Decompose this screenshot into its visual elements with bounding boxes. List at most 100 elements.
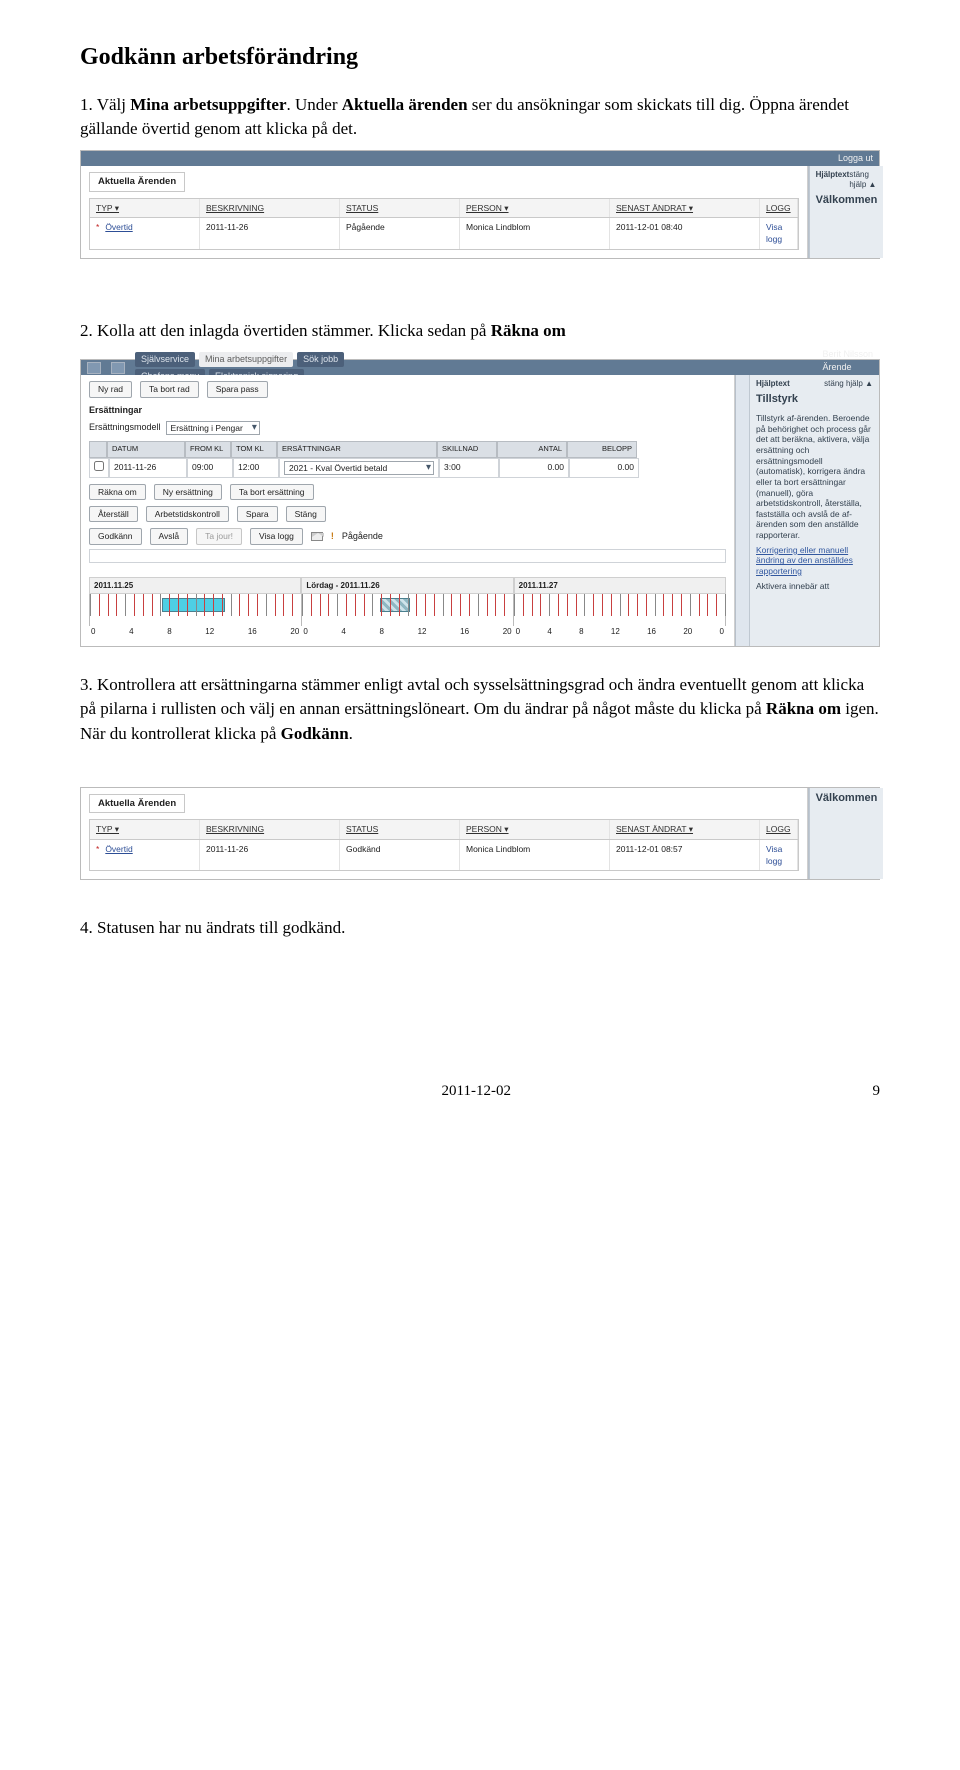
side-helptext2: Aktivera innebär att — [756, 581, 873, 592]
col-belopp: BELOPP — [567, 441, 637, 458]
cell-andrat: 2011-12-01 08:57 — [610, 840, 760, 871]
table-row[interactable]: * Övertid 2011-11-26 Pågående Monica Lind… — [90, 218, 798, 249]
col-senast-andrat[interactable]: SENAST ÄNDRAT ▾ — [610, 820, 760, 838]
cell-typ[interactable]: Övertid — [105, 844, 132, 854]
screenshot-aktuella-arenden-2: Aktuella Ärenden TYP ▾ BESKRIVNING STATU… — [80, 787, 880, 881]
col-skillnad: SKILLNAD — [437, 441, 497, 458]
tab-mina-arbetsuppgifter[interactable]: Mina arbetsuppgifter — [199, 352, 293, 367]
godkann-button[interactable]: Godkänn — [89, 528, 142, 544]
cell-from[interactable]: 09:00 — [187, 458, 233, 478]
cell-besk: 2011-11-26 — [200, 218, 340, 249]
col-logg[interactable]: LOGG — [760, 199, 798, 217]
stang-hjalp-link[interactable]: stäng hjälp ▲ — [824, 379, 873, 389]
ta-jour-button: Ta jour! — [196, 528, 242, 544]
status-text: Pågående — [342, 530, 383, 543]
arende-link[interactable]: Ärende — [822, 361, 873, 374]
col-senast-andrat[interactable]: SENAST ÄNDRAT ▾ — [610, 199, 760, 217]
side-title: Välkommen — [816, 792, 878, 806]
tl-day1-label: 2011.11.25 — [89, 577, 301, 595]
side-title: Tillstyrk — [756, 393, 873, 407]
col-typ[interactable]: TYP ▾ — [90, 199, 200, 217]
footer-page: 9 — [873, 1081, 881, 1103]
col-person[interactable]: PERSON ▾ — [460, 199, 610, 217]
stang-hjalp-link[interactable]: stäng hjälp ▲ — [849, 170, 877, 190]
col-status[interactable]: STATUS — [340, 199, 460, 217]
envelope-icon[interactable] — [311, 532, 323, 541]
col-status[interactable]: STATUS — [340, 820, 460, 838]
col-beskrivning[interactable]: BESKRIVNING — [200, 820, 340, 838]
ny-ersattning-button[interactable]: Ny ersättning — [154, 484, 222, 500]
hjalptext-label: Hjälptext — [756, 379, 790, 389]
aktuella-arenden-table[interactable]: TYP ▾ BESKRIVNING STATUS PERSON ▾ SENAST… — [89, 819, 799, 871]
aktuella-arenden-table[interactable]: TYP ▾ BESKRIVNING STATUS PERSON ▾ SENAST… — [89, 198, 799, 250]
ny-rad-button[interactable]: Ny rad — [89, 381, 132, 397]
ta-bort-rad-button[interactable]: Ta bort rad — [140, 381, 199, 397]
cell-antal: 0.00 — [499, 458, 569, 478]
visa-logg-link[interactable]: Visa logg — [760, 840, 798, 871]
cell-belopp: 0.00 — [569, 458, 639, 478]
avsla-button[interactable]: Avslå — [150, 528, 189, 544]
tl-day2 — [301, 594, 513, 626]
ersattning-row[interactable]: 2011-11-26 09:00 12:00 2021 - Kval Övert… — [89, 458, 726, 478]
home-icon[interactable] — [87, 362, 101, 374]
cell-person: Monica Lindblom — [460, 840, 610, 871]
page-footer: 2011-12-02 9 — [80, 1081, 880, 1103]
visa-logg-link[interactable]: Visa logg — [760, 218, 798, 249]
scrollbar[interactable] — [735, 375, 749, 645]
help-icon[interactable] — [111, 362, 125, 374]
tl-day3-label: 2011.11.27 — [514, 577, 726, 595]
visa-logg-button[interactable]: Visa logg — [250, 528, 303, 544]
cell-skillnad: 3:00 — [439, 458, 499, 478]
new-star-icon: * — [96, 844, 99, 854]
cell-tom[interactable]: 12:00 — [233, 458, 279, 478]
tl-day3 — [513, 594, 726, 626]
new-star-icon: * — [96, 222, 99, 232]
timeline: 2011.11.25 Lördag - 2011.11.26 2011.11.2… — [89, 577, 726, 638]
col-person[interactable]: PERSON ▾ — [460, 820, 610, 838]
col-antal: ANTAL — [497, 441, 567, 458]
table-row[interactable]: * Övertid 2011-11-26 Godkänd Monica Lindb… — [90, 840, 798, 871]
side-helplink[interactable]: Korrigering eller manuell ändring av den… — [756, 545, 873, 577]
cell-person: Monica Lindblom — [460, 218, 610, 249]
logga-ut-link[interactable]: Logga ut — [838, 152, 873, 165]
hjalptext-label: Hjälptext — [816, 170, 850, 190]
col-beskrivning[interactable]: BESKRIVNING — [200, 199, 340, 217]
screenshot-aktuella-arenden-1: Logga ut Aktuella Ärenden TYP ▾ BESKRIVN… — [80, 150, 880, 259]
side-title: Välkommen — [816, 194, 878, 208]
page-heading: Godkänn arbetsförändring — [80, 40, 880, 75]
ersattningsmodell-select[interactable]: Ersättning i Pengar — [166, 421, 260, 435]
ersattningar-heading: Ersättningar — [89, 404, 726, 417]
row-checkbox[interactable] — [94, 461, 104, 471]
panel-title: Aktuella Ärenden — [89, 172, 185, 192]
rakna-om-button[interactable]: Räkna om — [89, 484, 146, 500]
col-tom: TOM KL — [231, 441, 277, 458]
cell-typ[interactable]: Övertid — [105, 222, 132, 232]
step-3-text: 3. Kontrollera att ersättningarna stämme… — [80, 673, 880, 747]
warning-icon: ! — [331, 530, 334, 543]
spara-button[interactable]: Spara — [237, 506, 278, 522]
col-ersattningar: ERSÄTTNINGAR — [277, 441, 437, 458]
cell-status: Pågående — [340, 218, 460, 249]
aterstall-button[interactable]: Återställ — [89, 506, 138, 522]
step-4-text: 4. Statusen har nu ändrats till godkänd. — [80, 916, 880, 941]
col-from: FROM KL — [185, 441, 231, 458]
col-datum: DATUM — [107, 441, 185, 458]
step-1-text: 1. Välj Mina arbetsuppgifter. Under Aktu… — [80, 93, 880, 142]
col-logg[interactable]: LOGG — [760, 820, 798, 838]
stang-button[interactable]: Stäng — [286, 506, 326, 522]
cell-andrat: 2011-12-01 08:40 — [610, 218, 760, 249]
col-typ[interactable]: TYP ▾ — [90, 820, 200, 838]
cell-besk: 2011-11-26 — [200, 840, 340, 871]
tab-sok-jobb[interactable]: Sök jobb — [297, 352, 344, 367]
screenshot-tillstyrk-form: Självservice Mina arbetsuppgifter Sök jo… — [80, 359, 880, 646]
arbetstidskontroll-button[interactable]: Arbetstidskontroll — [146, 506, 229, 522]
tl-day1 — [89, 594, 301, 626]
status-input[interactable] — [89, 549, 726, 563]
ta-bort-ersattning-button[interactable]: Ta bort ersättning — [230, 484, 314, 500]
tab-sjalvservice[interactable]: Självservice — [135, 352, 195, 367]
footer-date: 2011-12-02 — [442, 1081, 511, 1103]
ersattning-select[interactable]: 2021 - Kval Övertid betald — [284, 461, 434, 475]
spara-pass-button[interactable]: Spara pass — [207, 381, 268, 397]
side-helptext: Tillstyrk af-ärenden. Beroende på behöri… — [756, 413, 873, 541]
cell-status: Godkänd — [340, 840, 460, 871]
